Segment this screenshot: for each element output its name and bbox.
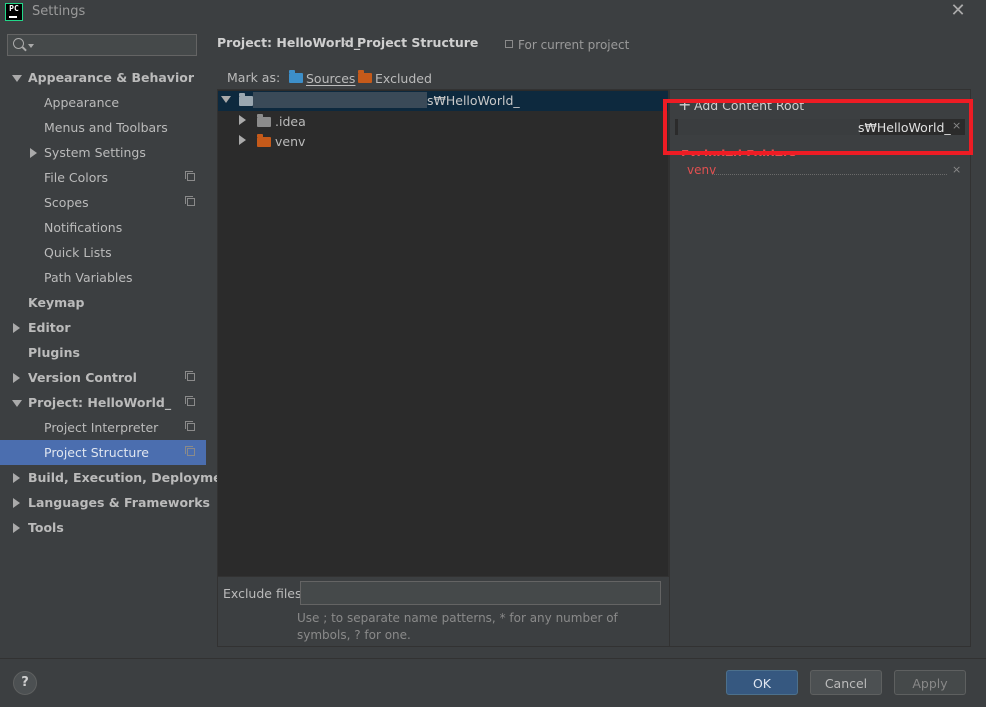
sidebar-item-label: System Settings	[44, 145, 146, 160]
mark-as-label: Mark as:	[227, 70, 281, 85]
sidebar-item-label: Appearance & Behavior	[28, 70, 194, 85]
sources-folder-icon[interactable]	[289, 70, 303, 83]
sidebar-item-tools[interactable]: Tools	[0, 515, 206, 540]
plus-icon[interactable]: +	[678, 97, 691, 113]
excluded-folder-icon	[257, 134, 271, 147]
search-icon	[13, 38, 24, 49]
sidebar-item-path-variables[interactable]: Path Variables	[0, 265, 206, 290]
sidebar-item-label: Editor	[28, 320, 71, 335]
project-level-icon	[185, 396, 195, 406]
sidebar-item-keymap[interactable]: Keymap	[0, 290, 206, 315]
sidebar-item-label: Project Interpreter	[44, 420, 159, 435]
pycharm-logo-icon: PC	[5, 3, 23, 21]
sidebar-item-project-structure[interactable]: Project Structure	[0, 440, 206, 465]
sidebar-item-label: Version Control	[28, 370, 137, 385]
sidebar-item-label: Plugins	[28, 345, 80, 360]
page-title: Project Structure	[357, 35, 479, 50]
sidebar-item-version-control[interactable]: Version Control	[0, 365, 206, 390]
sidebar-item-quick-lists[interactable]: Quick Lists	[0, 240, 206, 265]
chevron-right-icon[interactable]	[13, 498, 20, 508]
sidebar-item-system-settings[interactable]: System Settings	[0, 140, 206, 165]
dotted-leader	[712, 174, 947, 175]
sidebar-item-menus-and-toolbars[interactable]: Menus and Toolbars	[0, 115, 206, 140]
sidebar-item-label: Tools	[28, 520, 64, 535]
sidebar-item-label: Languages & Frameworks	[28, 495, 210, 510]
chevron-down-icon[interactable]	[12, 400, 22, 407]
folder-icon	[257, 114, 271, 127]
chevron-right-icon[interactable]	[239, 135, 246, 145]
breadcrumb-project: Project: HelloWorld_	[217, 35, 361, 50]
ok-button[interactable]: OK	[726, 670, 798, 695]
sidebar-item-notifications[interactable]: Notifications	[0, 215, 206, 240]
settings-search[interactable]	[7, 34, 198, 56]
breadcrumb-separator: ›	[343, 34, 348, 49]
sidebar-item-appearance-behavior[interactable]: Appearance & Behavior	[0, 65, 206, 90]
sidebar-item-label: Appearance	[44, 95, 120, 110]
chevron-down-icon[interactable]	[12, 75, 22, 82]
mark-as-excluded-button[interactable]: Excluded	[375, 71, 432, 86]
sidebar-item-project-helloworld[interactable]: Project: HelloWorld_	[0, 390, 206, 415]
chevron-right-icon[interactable]	[30, 148, 37, 158]
sidebar-item-label: Keymap	[28, 295, 85, 310]
exclude-files-label: Exclude files:	[223, 586, 306, 601]
excluded-folder-icon[interactable]	[358, 70, 372, 83]
sidebar-item-label: Path Variables	[44, 270, 133, 285]
exclude-files-hint: Use ; to separate name patterns, * for a…	[297, 611, 618, 642]
sidebar-item-label: Project: HelloWorld_	[28, 395, 172, 410]
sidebar-item-languages-frameworks[interactable]: Languages & Frameworks	[0, 490, 210, 515]
sidebar-item-editor[interactable]: Editor	[0, 315, 206, 340]
redacted-path	[253, 92, 427, 108]
project-tree-panel	[217, 89, 669, 577]
remove-content-root-icon[interactable]: ×	[952, 119, 961, 132]
mark-as-sources-button[interactable]: Sources	[306, 71, 355, 86]
footer-divider	[0, 658, 986, 659]
sidebar-item-appearance[interactable]: Appearance	[0, 90, 206, 115]
project-level-icon	[185, 371, 195, 381]
cancel-button[interactable]: Cancel	[810, 670, 882, 695]
sidebar-item-project-interpreter[interactable]: Project Interpreter	[0, 415, 206, 440]
tree-item-venv[interactable]: venv	[275, 134, 305, 149]
sidebar-item-label: Quick Lists	[44, 245, 112, 260]
project-level-icon	[185, 446, 195, 456]
sidebar-item-label: Scopes	[44, 195, 89, 210]
project-level-icon	[185, 196, 195, 206]
chevron-right-icon[interactable]	[13, 523, 20, 533]
remove-excluded-icon[interactable]: ×	[952, 163, 961, 176]
chevron-right-icon[interactable]	[13, 323, 20, 333]
sidebar-item-build-execution-deployment[interactable]: Build, Execution, Deployment	[0, 465, 236, 490]
chevron-right-icon[interactable]	[13, 373, 20, 383]
search-history-dropdown-icon[interactable]	[28, 44, 34, 48]
logo-text: PC	[9, 4, 19, 13]
scope-note: For current project	[518, 38, 630, 52]
sidebar-item-file-colors[interactable]: File Colors	[0, 165, 206, 190]
window-title: Settings	[32, 4, 86, 19]
chevron-down-icon[interactable]	[221, 96, 231, 103]
apply-button[interactable]: Apply	[894, 670, 966, 695]
sidebar-item-label: Notifications	[44, 220, 123, 235]
tree-item-idea[interactable]: .idea	[275, 114, 306, 129]
sidebar-item-plugins[interactable]: Plugins	[0, 340, 206, 365]
project-level-icon	[185, 421, 195, 431]
excluded-folders-heading: Excluded Folders	[681, 148, 797, 156]
chevron-right-icon[interactable]	[13, 473, 20, 483]
sidebar-item-label: Build, Execution, Deployment	[28, 470, 237, 485]
content-root-path: s₩HelloWorld_	[858, 120, 951, 135]
title-bar	[0, 0, 986, 24]
project-scope-icon	[505, 40, 513, 48]
exclude-files-input[interactable]	[300, 581, 661, 605]
search-input[interactable]	[36, 36, 198, 56]
sidebar-item-label: File Colors	[44, 170, 109, 185]
redacted-path	[678, 119, 860, 135]
chevron-right-icon[interactable]	[239, 115, 246, 125]
help-button[interactable]: ?	[13, 671, 37, 695]
add-content-root-button[interactable]: Add Content Root	[694, 98, 804, 113]
sidebar-item-scopes[interactable]: Scopes	[0, 190, 206, 215]
folder-icon	[239, 93, 253, 106]
sidebar-item-label: Menus and Toolbars	[44, 120, 168, 135]
sidebar-item-label: Project Structure	[44, 445, 149, 460]
tree-root-label[interactable]: s₩HelloWorld_	[427, 93, 520, 108]
project-level-icon	[185, 171, 195, 181]
close-window-icon[interactable]: ✕	[947, 0, 969, 22]
